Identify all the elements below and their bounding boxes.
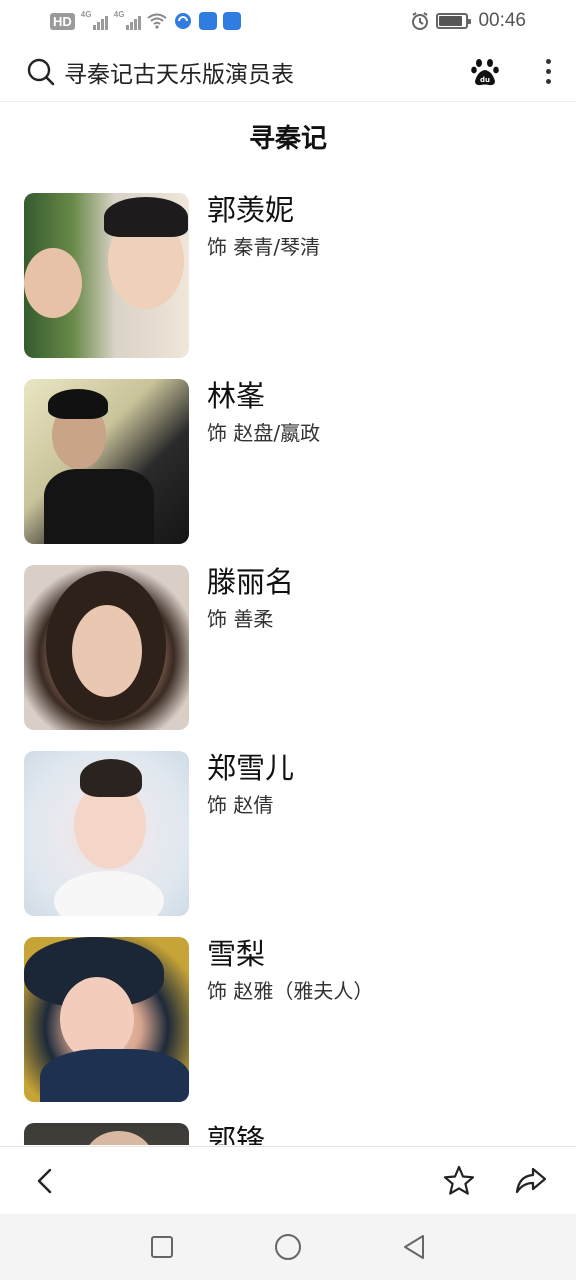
search-icon[interactable] [26,57,56,87]
status-left: HD 4G 4G [50,10,241,30]
actor-photo[interactable] [24,379,189,544]
status-bar: HD 4G 4G 00:46 [0,0,576,42]
more-vertical-icon[interactable] [546,59,552,84]
actor-name[interactable]: 滕丽名 [207,559,294,601]
hotspot-icon-2 [222,12,241,30]
network-type-label-2: 4G [113,10,125,19]
battery-icon [436,13,472,29]
baidu-paw-icon[interactable]: du [470,57,500,87]
chevron-left-icon[interactable] [32,1167,60,1195]
battery-fill [439,16,462,26]
cast-item[interactable]: 郑雪儿 饰 赵倩 [0,751,576,937]
cast-item[interactable]: 林峯 饰 赵盘/嬴政 [0,379,576,565]
actor-name[interactable]: 林峯 [207,373,265,415]
system-navigation-bar [0,1214,576,1280]
cast-list: 郭羡妮 饰 秦青/琴清 林峯 饰 赵盘/嬴政 滕丽名 饰 善柔 郑雪儿 饰 赵倩 [0,193,576,1145]
triangle-back-icon[interactable] [400,1233,428,1261]
search-query-text[interactable]: 寻秦记古天乐版演员表 [64,55,470,89]
cast-item[interactable]: 郭羡妮 饰 秦青/琴清 [0,193,576,379]
actor-name[interactable]: 郭羡妮 [207,193,294,229]
hotspot-icon [198,12,217,30]
bottom-toolbar [0,1146,576,1214]
hd-badge: HD [50,12,75,30]
actor-role: 饰 善柔 [207,607,274,631]
network-type-label: 4G [80,10,92,19]
svg-text:du: du [480,76,490,84]
page-title: 寻秦记 [248,124,327,154]
actor-name[interactable]: 雪梨 [207,931,265,973]
share-icon[interactable] [514,1164,548,1198]
wifi-icon [147,12,167,30]
actor-name[interactable]: 郭锋 [207,1117,265,1145]
square-icon[interactable] [148,1233,176,1261]
circle-icon[interactable] [274,1233,302,1261]
star-icon[interactable] [442,1164,476,1198]
cast-item[interactable]: 滕丽名 饰 善柔 [0,565,576,751]
actor-photo[interactable] [24,193,189,358]
search-header: 寻秦记古天乐版演员表 du [0,42,576,102]
status-time: 00:46 [478,10,526,31]
actor-photo[interactable] [24,1123,189,1145]
actor-role: 饰 赵盘/嬴政 [207,421,321,445]
actor-photo[interactable] [24,937,189,1102]
alarm-icon [410,12,430,30]
signal-icon: 4G [80,10,108,30]
cast-item[interactable]: 雪梨 饰 赵雅（雅夫人） [0,937,576,1123]
actor-photo[interactable] [24,565,189,730]
actor-role: 饰 秦青/琴清 [207,235,321,259]
actor-role: 饰 赵倩 [207,793,274,817]
actor-name[interactable]: 郑雪儿 [207,745,294,787]
app-notification-icon [173,12,193,30]
signal-icon-2: 4G [113,10,141,30]
cast-item[interactable]: 郭锋 [0,1123,576,1145]
actor-photo[interactable] [24,751,189,916]
actor-role: 饰 赵雅（雅夫人） [207,979,374,1003]
status-right: 00:46 [410,10,526,32]
